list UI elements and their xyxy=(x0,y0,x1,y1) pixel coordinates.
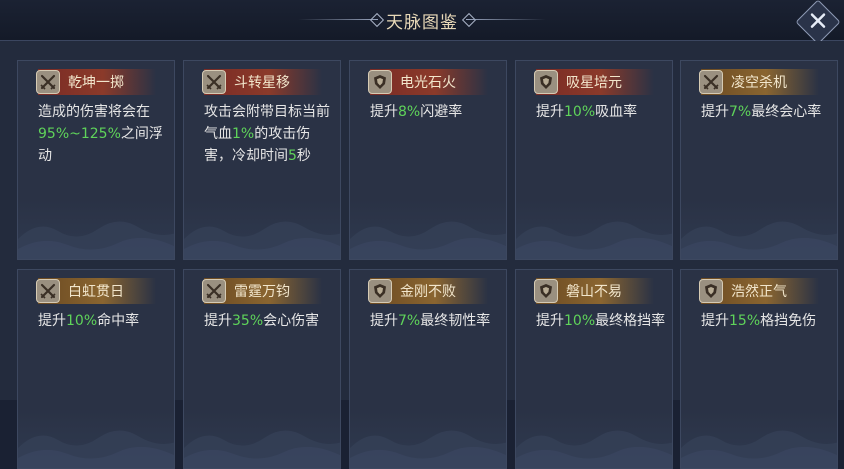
codex-panel: 乾坤一掷 造成的伤害将会在95%~125%之间浮动 斗转星移 攻击会附带目标当前气血1… xyxy=(0,41,844,469)
card-description: 提升35%会心伤害 xyxy=(204,310,334,332)
description-text: 提升 xyxy=(370,313,398,329)
wave-decoration xyxy=(350,221,506,259)
card-header: 浩然正气 xyxy=(699,278,819,304)
crossed-swords-icon xyxy=(202,70,226,94)
description-text: 提升 xyxy=(701,313,729,329)
card-description: 提升10%命中率 xyxy=(38,310,168,332)
highlight-value: 95%~125% xyxy=(38,126,121,142)
card-description: 提升7%最终韧性率 xyxy=(370,310,500,332)
highlight-value: 5 xyxy=(288,148,297,164)
description-text: 闪避率 xyxy=(420,104,463,120)
card-title: 电光石火 xyxy=(400,75,456,91)
card-title: 乾坤一掷 xyxy=(68,75,124,91)
codex-card[interactable]: 白虹贯日 提升10%命中率 xyxy=(17,269,175,469)
description-text: 提升 xyxy=(204,313,232,329)
description-text: 提升 xyxy=(38,313,66,329)
card-header: 磐山不易 xyxy=(534,278,654,304)
wave-decoration xyxy=(350,430,506,468)
description-text: 秒 xyxy=(296,148,311,164)
codex-card[interactable]: 雷霆万钧 提升35%会心伤害 xyxy=(183,269,341,469)
card-title: 斗转星移 xyxy=(234,75,290,91)
wave-decoration xyxy=(516,221,672,259)
codex-card[interactable]: 浩然正气 提升15%格挡免伤 xyxy=(680,269,838,469)
description-text: 吸血率 xyxy=(595,104,638,120)
codex-card[interactable]: 电光石火 提升8%闪避率 xyxy=(349,60,507,260)
codex-card[interactable]: 凌空杀机 提升7%最终会心率 xyxy=(680,60,838,260)
crossed-swords-icon xyxy=(699,70,723,94)
title-ornament-right xyxy=(466,19,546,20)
card-description: 提升8%闪避率 xyxy=(370,101,500,123)
codex-card[interactable]: 吸星培元 提升10%吸血率 xyxy=(515,60,673,260)
card-title: 磐山不易 xyxy=(566,284,622,300)
card-description: 造成的伤害将会在95%~125%之间浮动 xyxy=(38,101,168,167)
description-text: 提升 xyxy=(701,104,729,120)
page-title: 天脉图鉴 xyxy=(386,13,458,33)
close-button[interactable] xyxy=(795,0,841,45)
crossed-swords-icon xyxy=(36,279,60,303)
shield-icon xyxy=(534,70,558,94)
close-icon xyxy=(810,13,826,28)
description-text: 格挡免伤 xyxy=(760,313,817,329)
wave-decoration xyxy=(18,221,174,259)
description-text: 提升 xyxy=(536,104,564,120)
highlight-value: 8% xyxy=(398,104,421,120)
highlight-value: 1% xyxy=(232,126,255,142)
card-header: 白虹贯日 xyxy=(36,278,156,304)
wave-decoration xyxy=(184,430,340,468)
wave-decoration xyxy=(681,430,837,468)
highlight-value: 10% xyxy=(66,313,98,329)
card-description: 提升15%格挡免伤 xyxy=(701,310,831,332)
description-text: 命中率 xyxy=(97,313,140,329)
shield-icon xyxy=(534,279,558,303)
highlight-value: 10% xyxy=(564,104,596,120)
wave-decoration xyxy=(516,430,672,468)
crossed-swords-icon xyxy=(36,70,60,94)
card-description: 提升10%最终格挡率 xyxy=(536,310,666,332)
wave-decoration xyxy=(184,221,340,259)
card-title: 白虹贯日 xyxy=(68,284,124,300)
highlight-value: 10% xyxy=(564,313,596,329)
title-bar: 天脉图鉴 xyxy=(0,0,844,45)
crossed-swords-icon xyxy=(202,279,226,303)
shield-icon xyxy=(368,70,392,94)
card-header: 吸星培元 xyxy=(534,69,654,95)
description-text: 会心伤害 xyxy=(263,313,320,329)
card-title: 雷霆万钧 xyxy=(234,284,290,300)
highlight-value: 7% xyxy=(729,104,752,120)
codex-card[interactable]: 磐山不易 提升10%最终格挡率 xyxy=(515,269,673,469)
codex-card[interactable]: 金刚不败 提升7%最终韧性率 xyxy=(349,269,507,469)
card-header: 雷霆万钧 xyxy=(202,278,322,304)
card-header: 金刚不败 xyxy=(368,278,488,304)
description-text: 造成的伤害将会在 xyxy=(38,104,150,120)
description-text: 最终会心率 xyxy=(751,104,822,120)
highlight-value: 15% xyxy=(729,313,761,329)
shield-icon xyxy=(699,279,723,303)
card-title: 浩然正气 xyxy=(731,284,787,300)
card-description: 攻击会附带目标当前气血1%的攻击伤害，冷却时间5秒 xyxy=(204,101,334,167)
wave-decoration xyxy=(681,221,837,259)
card-title: 金刚不败 xyxy=(400,284,456,300)
codex-card[interactable]: 乾坤一掷 造成的伤害将会在95%~125%之间浮动 xyxy=(17,60,175,260)
shield-icon xyxy=(368,279,392,303)
card-header: 凌空杀机 xyxy=(699,69,819,95)
card-header: 电光石火 xyxy=(368,69,488,95)
description-text: 最终格挡率 xyxy=(595,313,666,329)
wave-decoration xyxy=(18,430,174,468)
codex-card[interactable]: 斗转星移攻击会附带目标当前气血1%的攻击伤害，冷却时间5秒 xyxy=(183,60,341,260)
highlight-value: 35% xyxy=(232,313,264,329)
card-description: 提升7%最终会心率 xyxy=(701,101,831,123)
description-text: 最终韧性率 xyxy=(420,313,491,329)
card-title: 吸星培元 xyxy=(566,75,622,91)
card-header: 乾坤一掷 xyxy=(36,69,156,95)
card-title: 凌空杀机 xyxy=(731,75,787,91)
description-text: 提升 xyxy=(370,104,398,120)
description-text: 提升 xyxy=(536,313,564,329)
card-header: 斗转星移 xyxy=(202,69,322,95)
highlight-value: 7% xyxy=(398,313,421,329)
card-description: 提升10%吸血率 xyxy=(536,101,666,123)
